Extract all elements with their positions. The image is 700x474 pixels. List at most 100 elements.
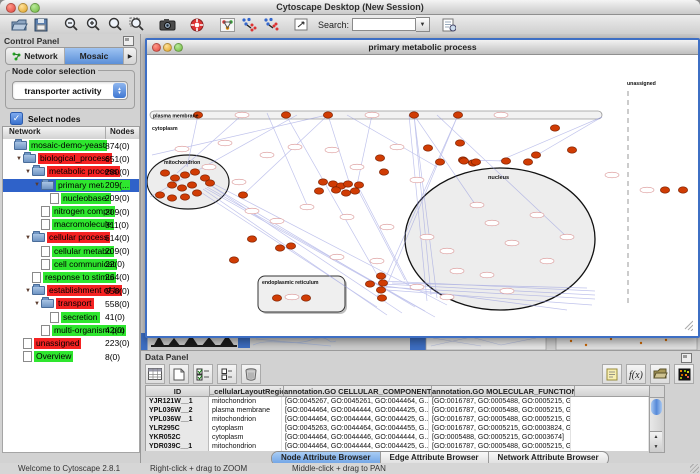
node-label[interactable] bbox=[235, 112, 249, 118]
network-node[interactable] bbox=[471, 159, 480, 165]
annotation-icon[interactable] bbox=[291, 16, 311, 33]
network-node[interactable] bbox=[229, 257, 238, 263]
row-id-cell[interactable]: YDR039C__1 bbox=[146, 442, 209, 451]
snapshot-camera-icon[interactable] bbox=[157, 16, 177, 33]
node-label[interactable] bbox=[260, 152, 274, 158]
node-label[interactable] bbox=[175, 146, 189, 152]
network-node[interactable] bbox=[343, 181, 352, 187]
tree-expand-arrow[interactable]: ▼ bbox=[33, 182, 41, 188]
edge[interactable] bbox=[267, 113, 307, 205]
node-label[interactable] bbox=[410, 284, 424, 290]
network-node[interactable] bbox=[170, 175, 179, 181]
tree-item[interactable]: response to stimul264(0) bbox=[3, 271, 139, 284]
network-node[interactable] bbox=[187, 182, 196, 188]
network-node[interactable] bbox=[272, 295, 281, 301]
import-table-icon[interactable] bbox=[650, 364, 670, 384]
tree-item[interactable]: cellular metabo209(0) bbox=[3, 245, 139, 258]
edge[interactable] bbox=[360, 190, 409, 285]
row-id-cell[interactable]: YKR052C bbox=[146, 433, 209, 442]
unselect-attributes-icon[interactable] bbox=[217, 364, 237, 384]
network-node[interactable] bbox=[314, 188, 323, 194]
table-cell[interactable]: mitochondrion bbox=[209, 415, 282, 424]
network-node[interactable] bbox=[423, 145, 432, 151]
network-node[interactable] bbox=[177, 185, 186, 191]
tree-item[interactable]: mosaic-demo-yeast874(0) bbox=[3, 139, 139, 152]
help-lifering-icon[interactable] bbox=[187, 16, 207, 33]
table-cell[interactable]: [GO:0044464, GO:0044446, GO:0044444, G..… bbox=[282, 433, 429, 442]
node-label[interactable] bbox=[232, 179, 246, 185]
tree-item[interactable]: ▼biological_process651(0) bbox=[3, 152, 139, 165]
network-node[interactable] bbox=[331, 187, 340, 193]
column-header[interactable] bbox=[575, 385, 654, 397]
network-node[interactable] bbox=[192, 190, 201, 196]
node-label[interactable] bbox=[485, 220, 499, 226]
column-header[interactable]: ID bbox=[145, 385, 210, 397]
node-label[interactable] bbox=[560, 234, 574, 240]
table-cell[interactable]: [GO:0016787, GO:0005488, GO:0005215, G..… bbox=[429, 406, 571, 415]
table-cell[interactable] bbox=[571, 397, 649, 406]
search-input[interactable] bbox=[352, 18, 416, 31]
tab-mosaic[interactable]: Mosaic bbox=[65, 48, 124, 64]
node-label[interactable] bbox=[270, 218, 284, 224]
network-node[interactable] bbox=[190, 169, 199, 175]
edge[interactable] bbox=[499, 117, 602, 161]
tree-item[interactable]: ▼transport558(0) bbox=[3, 297, 139, 310]
column-header[interactable]: _cellularLayoutRegion bbox=[210, 385, 284, 397]
table-cell[interactable]: [GO:0044464, GO:0044444, GO:0044425, G..… bbox=[282, 442, 429, 451]
matrix-view-icon[interactable] bbox=[674, 364, 694, 384]
network-node[interactable] bbox=[180, 172, 189, 178]
node-label[interactable] bbox=[370, 258, 384, 264]
node-label[interactable] bbox=[500, 288, 514, 294]
network-node[interactable] bbox=[205, 180, 214, 186]
tree-expand-arrow[interactable]: ▼ bbox=[24, 169, 32, 175]
node-label[interactable] bbox=[494, 112, 508, 118]
node-label[interactable] bbox=[440, 294, 454, 300]
network-node[interactable] bbox=[167, 182, 176, 188]
table-row[interactable]: YJR121W__1mitochondrion[GO:0045267, GO:0… bbox=[146, 397, 649, 406]
resize-grip[interactable] bbox=[690, 464, 699, 473]
node-label[interactable] bbox=[300, 204, 314, 210]
node-label[interactable] bbox=[380, 224, 394, 230]
table-cell[interactable] bbox=[571, 406, 649, 415]
node-label[interactable] bbox=[365, 112, 379, 118]
node-label[interactable] bbox=[440, 248, 454, 254]
row-id-cell[interactable]: YJR121W__1 bbox=[146, 397, 209, 406]
node-label[interactable] bbox=[505, 240, 519, 246]
network-node[interactable] bbox=[275, 245, 284, 251]
table-row[interactable]: YPL036W__1mitochondrion[GO:0044464, GO:0… bbox=[146, 415, 649, 424]
network-node[interactable] bbox=[350, 188, 359, 194]
scroll-up-icon[interactable]: ▲ bbox=[650, 432, 662, 442]
table-cell[interactable] bbox=[571, 433, 649, 442]
tree-item[interactable]: ▼cellular process614(0) bbox=[3, 231, 139, 244]
node-label[interactable] bbox=[530, 212, 544, 218]
table-cell[interactable] bbox=[571, 424, 649, 433]
notes-icon[interactable] bbox=[602, 364, 622, 384]
node-label[interactable] bbox=[640, 187, 654, 193]
network-node[interactable] bbox=[567, 147, 576, 153]
tree-item[interactable]: ▼primary metabol209(... bbox=[3, 179, 139, 192]
tab-network[interactable]: Network bbox=[6, 48, 65, 64]
node-label[interactable] bbox=[218, 140, 232, 146]
network-node[interactable] bbox=[354, 182, 363, 188]
network-window-titlebar[interactable]: primary metabolic process bbox=[147, 40, 698, 55]
table-cell[interactable]: [GO:0016787, GO:0005488, GO:0005215, G..… bbox=[429, 397, 571, 406]
scrollbar-arrows[interactable]: ▲▼ bbox=[650, 431, 662, 452]
table-cell[interactable]: [GO:0045263, GO:0044464, GO:0044455, G..… bbox=[282, 424, 429, 433]
tab-overflow-arrow[interactable]: ▶ bbox=[124, 48, 136, 64]
new-document-icon[interactable] bbox=[169, 364, 189, 384]
table-cell[interactable]: cytoplasm bbox=[209, 424, 282, 433]
network-node[interactable] bbox=[155, 192, 164, 198]
tree-expand-arrow[interactable]: ▼ bbox=[24, 235, 32, 241]
open-file-icon[interactable] bbox=[9, 16, 29, 33]
delete-attribute-icon[interactable] bbox=[241, 364, 261, 384]
scrollbar-thumb[interactable] bbox=[651, 399, 662, 415]
table-cell[interactable]: [GO:0016787, GO:0005488, GO:0005215, G..… bbox=[429, 442, 571, 451]
table-cell[interactable] bbox=[571, 415, 649, 424]
network-node[interactable] bbox=[409, 112, 418, 118]
node-label[interactable] bbox=[340, 214, 354, 220]
node-label[interactable] bbox=[350, 164, 364, 170]
node-label[interactable] bbox=[450, 268, 464, 274]
scroll-down-icon[interactable]: ▼ bbox=[650, 442, 662, 452]
select-attributes-icon[interactable] bbox=[193, 364, 213, 384]
table-cell[interactable]: [GO:0005488, GO:0005215, GO:0003674] bbox=[429, 433, 571, 442]
